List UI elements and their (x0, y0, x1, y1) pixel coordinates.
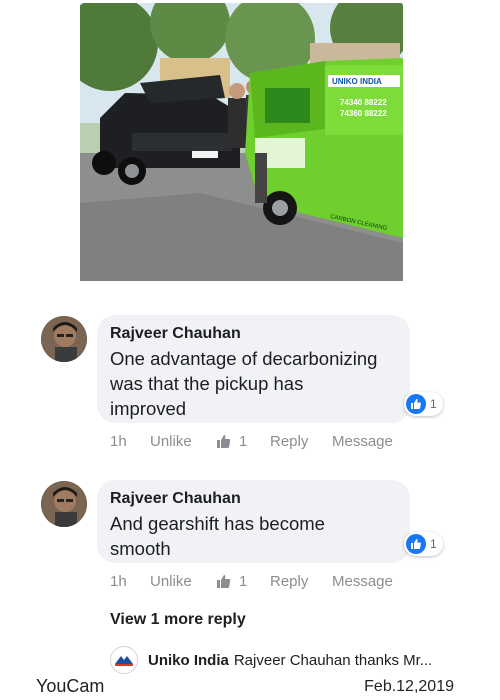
reaction-count: 1 (430, 537, 437, 551)
unlike-button[interactable]: Unlike (150, 433, 216, 450)
like-icon (406, 534, 426, 554)
message-button[interactable]: Message (332, 573, 393, 590)
commenter-avatar[interactable] (41, 481, 87, 527)
comment-text-line: And gearshift has become (110, 513, 325, 534)
avatar-photo (41, 481, 87, 527)
comment-time[interactable]: 1h (110, 573, 150, 590)
comment-actions: 1h Unlike 1 Reply Message (110, 431, 393, 451)
page-avatar (110, 646, 138, 674)
reply-button[interactable]: Reply (270, 573, 332, 590)
reply-text: Rajveer Chauhan thanks Mr... (233, 651, 433, 669)
reply-button[interactable]: Reply (270, 433, 332, 450)
unlike-button[interactable]: Unlike (150, 573, 216, 590)
comment-author[interactable]: Rajveer Chauhan (110, 324, 396, 344)
comment-author[interactable]: Rajveer Chauhan (110, 489, 396, 509)
comment-text-line: One advantage of decarbonizing (110, 348, 378, 369)
comment-text-line: was that the pickup has (110, 373, 304, 394)
like-count-value: 1 (239, 572, 248, 590)
thumbs-up-icon (217, 574, 231, 588)
green-van: UNIKO INDIA 74340 88222 74360 88222 CARB… (245, 58, 403, 238)
message-button[interactable]: Message (332, 433, 393, 450)
comment-actions: 1h Unlike 1 Reply Message (110, 571, 393, 591)
date-stamp: Feb.12,2019 (364, 678, 454, 695)
like-count[interactable]: 1 (216, 573, 270, 590)
view-more-replies-link[interactable]: View 1 more reply (110, 611, 246, 629)
comment-bubble: Rajveer Chauhan And gearshift has become… (97, 480, 410, 563)
svg-text:74360 88222: 74360 88222 (340, 109, 387, 118)
svg-text:UNIKO INDIA: UNIKO INDIA (332, 77, 382, 86)
watermark-text: YouCam (36, 676, 105, 696)
post-photo-illustration: UNIKO INDIA 74340 88222 74360 88222 CARB… (80, 3, 403, 281)
comment-text-line: improved (110, 398, 187, 419)
comment-text-line: smooth (110, 538, 171, 559)
avatar-photo (41, 316, 87, 362)
commenter-avatar[interactable] (41, 316, 87, 362)
comment-text: And gearshift has become smooth (110, 511, 396, 561)
reaction-summary[interactable]: 1 (404, 392, 443, 416)
svg-text:74340 88222: 74340 88222 (340, 98, 387, 107)
uniko-logo-icon (115, 656, 133, 666)
reply-preview[interactable]: Uniko India Rajveer Chauhan thanks Mr... (110, 645, 432, 675)
comment-text: One advantage of decarbonizing was that … (110, 346, 396, 421)
comment-time[interactable]: 1h (110, 433, 150, 450)
thumbs-up-icon (217, 434, 231, 448)
like-icon (406, 394, 426, 414)
comment-bubble: Rajveer Chauhan One advantage of decarbo… (97, 315, 410, 423)
reaction-summary[interactable]: 1 (404, 532, 443, 556)
reaction-count: 1 (430, 397, 437, 411)
like-count[interactable]: 1 (216, 433, 270, 450)
reply-author[interactable]: Uniko India (148, 652, 229, 669)
like-count-value: 1 (239, 432, 248, 450)
post-photo[interactable]: UNIKO INDIA 74340 88222 74360 88222 CARB… (80, 3, 403, 281)
